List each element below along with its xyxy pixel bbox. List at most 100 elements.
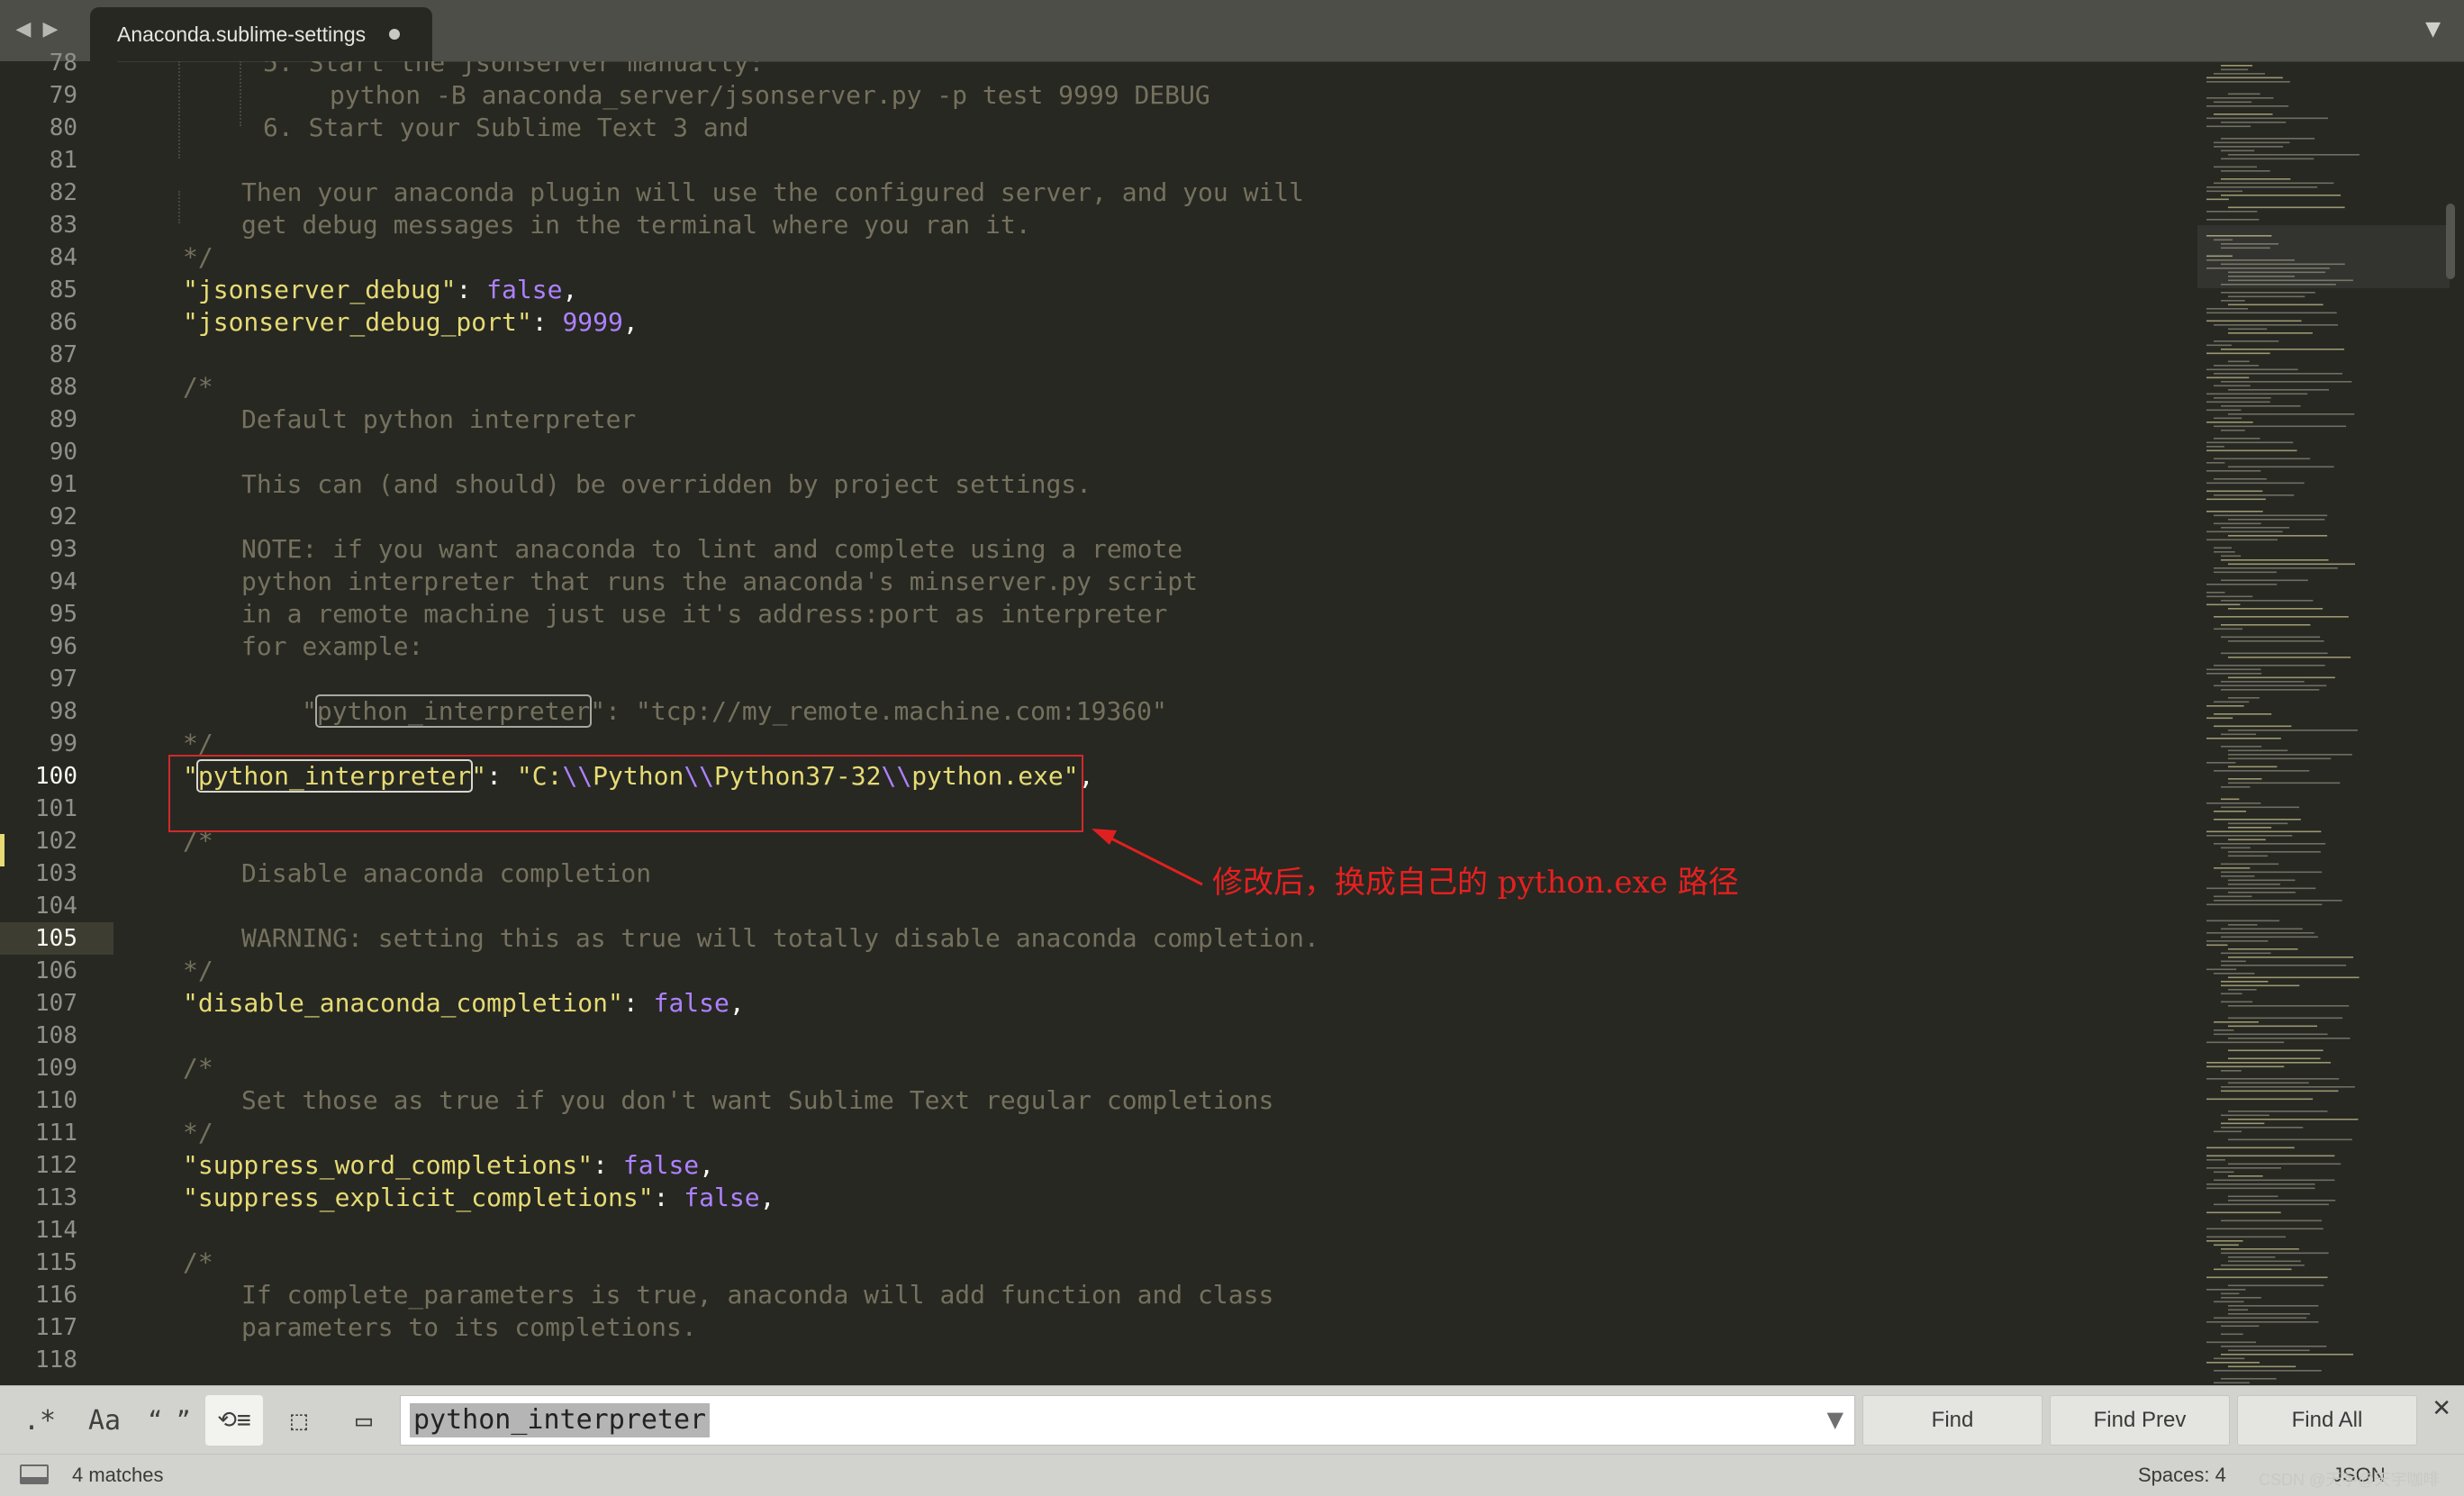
- minimap-viewport[interactable]: [2197, 225, 2450, 288]
- close-icon[interactable]: ✕: [2432, 1395, 2451, 1422]
- comment-text: python interpreter that runs the anacond…: [241, 567, 1199, 596]
- code-line-94: python interpreter that runs the anacond…: [241, 566, 1198, 598]
- search-match-highlight: python_interpreter: [314, 694, 593, 728]
- setting-key: "disable_anaconda_completion": [183, 988, 623, 1018]
- code-line-96: for example:: [241, 630, 423, 663]
- line-number: 97: [49, 666, 77, 693]
- code-line-110: Set those as true if you don't want Subl…: [241, 1084, 1273, 1117]
- line-number: 79: [49, 82, 77, 109]
- code-line-113: "suppress_explicit_completions": false,: [183, 1182, 775, 1214]
- tab-scroll-left-icon[interactable]: ◀: [14, 16, 32, 43]
- code-line-79: python -B anaconda_server/jsonserver.py …: [330, 79, 1210, 112]
- setting-key: "suppress_word_completions": [183, 1150, 593, 1180]
- comment-text: */: [183, 242, 213, 272]
- highlight-matches-toggle[interactable]: ▭: [335, 1395, 393, 1446]
- line-number: 113: [35, 1184, 77, 1211]
- comment-text: */: [183, 1118, 213, 1147]
- line-number: 87: [49, 341, 77, 368]
- code-line-112: "suppress_word_completions": false,: [183, 1149, 714, 1182]
- unsaved-dot-icon[interactable]: [389, 29, 400, 40]
- punctuation: :: [531, 307, 563, 337]
- line-number: 116: [35, 1282, 77, 1309]
- line-number: 101: [35, 795, 77, 822]
- line-number: 81: [49, 147, 77, 174]
- setting-key: "jsonserver_debug_port": [183, 307, 532, 337]
- find-input-value: python_interpreter: [410, 1403, 711, 1437]
- line-number: 82: [49, 179, 77, 206]
- comment-text: Default python interpreter: [241, 404, 637, 434]
- indentation-setting[interactable]: Spaces: 4: [2138, 1464, 2226, 1487]
- whole-word-toggle[interactable]: “ ”: [140, 1395, 198, 1446]
- line-number: 100: [35, 763, 77, 790]
- line-number: 114: [35, 1217, 77, 1244]
- comment-text: in a remote machine just use it's addres…: [241, 599, 1168, 629]
- indent-guide: [240, 61, 241, 126]
- punctuation: ,: [622, 307, 639, 337]
- line-number: 95: [49, 601, 77, 628]
- punctuation: :: [622, 988, 654, 1018]
- line-number: 99: [49, 730, 77, 757]
- annotation-highlight-box: [168, 755, 1083, 832]
- case-sensitive-toggle[interactable]: Aa: [76, 1395, 133, 1446]
- line-number: 115: [35, 1249, 77, 1276]
- code-line-116: If complete_parameters is true, anaconda…: [241, 1279, 1273, 1311]
- find-button[interactable]: Find: [1862, 1395, 2043, 1446]
- setting-value: 9999: [562, 307, 623, 337]
- line-number: 90: [49, 439, 77, 466]
- line-number: 108: [35, 1022, 77, 1049]
- line-number: 92: [49, 503, 77, 530]
- match-count: 4 matches: [72, 1464, 164, 1486]
- punctuation: ,: [759, 1183, 775, 1212]
- regex-toggle[interactable]: .*: [11, 1395, 68, 1446]
- tab-bar: ◀ ▶ Anaconda.sublime-settings ▼: [0, 0, 2464, 62]
- find-all-button[interactable]: Find All: [2237, 1395, 2417, 1446]
- line-number: 83: [49, 212, 77, 239]
- punctuation: :: [653, 1183, 684, 1212]
- wrap-toggle[interactable]: ⟲≡: [205, 1395, 263, 1446]
- punctuation: :: [593, 1150, 623, 1180]
- line-number: 88: [49, 374, 77, 401]
- editor-text-area[interactable]: 5. Start the jsonserver manually: python…: [124, 61, 2178, 1385]
- comment-text: ": [302, 696, 317, 726]
- line-number: 78: [49, 50, 77, 77]
- tab-scroll-right-icon[interactable]: ▶: [41, 16, 59, 43]
- line-number: 106: [35, 957, 77, 984]
- comment-text: If complete_parameters is true, anaconda…: [241, 1280, 1274, 1310]
- comment-text: 6. Start your Sublime Text 3 and: [263, 113, 749, 142]
- find-history-dropdown-icon[interactable]: ▼: [1827, 1407, 1843, 1432]
- code-line-107: "disable_anaconda_completion": false,: [183, 987, 745, 1020]
- line-number: 85: [49, 277, 77, 304]
- tab-list-dropdown-icon[interactable]: ▼: [2425, 16, 2441, 43]
- status-bar: 4 matches Spaces: 4 JSON CSDN @天宇@天宇咖啡: [0, 1454, 2464, 1496]
- line-number: 98: [49, 698, 77, 725]
- comment-text: This can (and should) be overridden by p…: [241, 469, 1092, 499]
- setting-value: false: [622, 1150, 700, 1180]
- code-line-103: Disable anaconda completion: [241, 857, 651, 890]
- code-line-83: get debug messages in the terminal where…: [241, 209, 1031, 241]
- line-number: 89: [49, 406, 77, 433]
- find-panel: .* Aa “ ” ⟲≡ ⬚ ▭ python_interpreter ▼ Fi…: [0, 1385, 2464, 1455]
- line-number: 94: [49, 568, 77, 595]
- line-number: 117: [35, 1314, 77, 1341]
- comment-text: /*: [183, 1247, 213, 1277]
- find-input[interactable]: python_interpreter ▼: [400, 1395, 1855, 1446]
- comment-text: python -B anaconda_server/jsonserver.py …: [330, 80, 1210, 110]
- panel-toggle-icon[interactable]: [20, 1464, 49, 1484]
- code-line-88: /*: [183, 371, 213, 403]
- vertical-scrollbar[interactable]: [2446, 204, 2455, 279]
- comment-text: */: [183, 956, 213, 985]
- line-number: 93: [49, 536, 77, 563]
- annotation-arrow-icon: [1092, 829, 1203, 886]
- code-line-80: 6. Start your Sublime Text 3 and: [263, 112, 748, 144]
- code-line-111: */: [183, 1117, 213, 1149]
- setting-value: false: [486, 275, 563, 304]
- line-number: 86: [49, 309, 77, 336]
- file-tab[interactable]: Anaconda.sublime-settings: [90, 7, 432, 61]
- in-selection-toggle[interactable]: ⬚: [270, 1395, 328, 1446]
- setting-value: false: [653, 988, 729, 1018]
- comment-text: /*: [183, 1053, 213, 1083]
- file-tab-label: Anaconda.sublime-settings: [117, 22, 367, 46]
- find-prev-button[interactable]: Find Prev: [2050, 1395, 2230, 1446]
- code-line-98: "python_interpreter": "tcp://my_remote.m…: [302, 694, 1167, 728]
- line-number: 118: [35, 1346, 77, 1374]
